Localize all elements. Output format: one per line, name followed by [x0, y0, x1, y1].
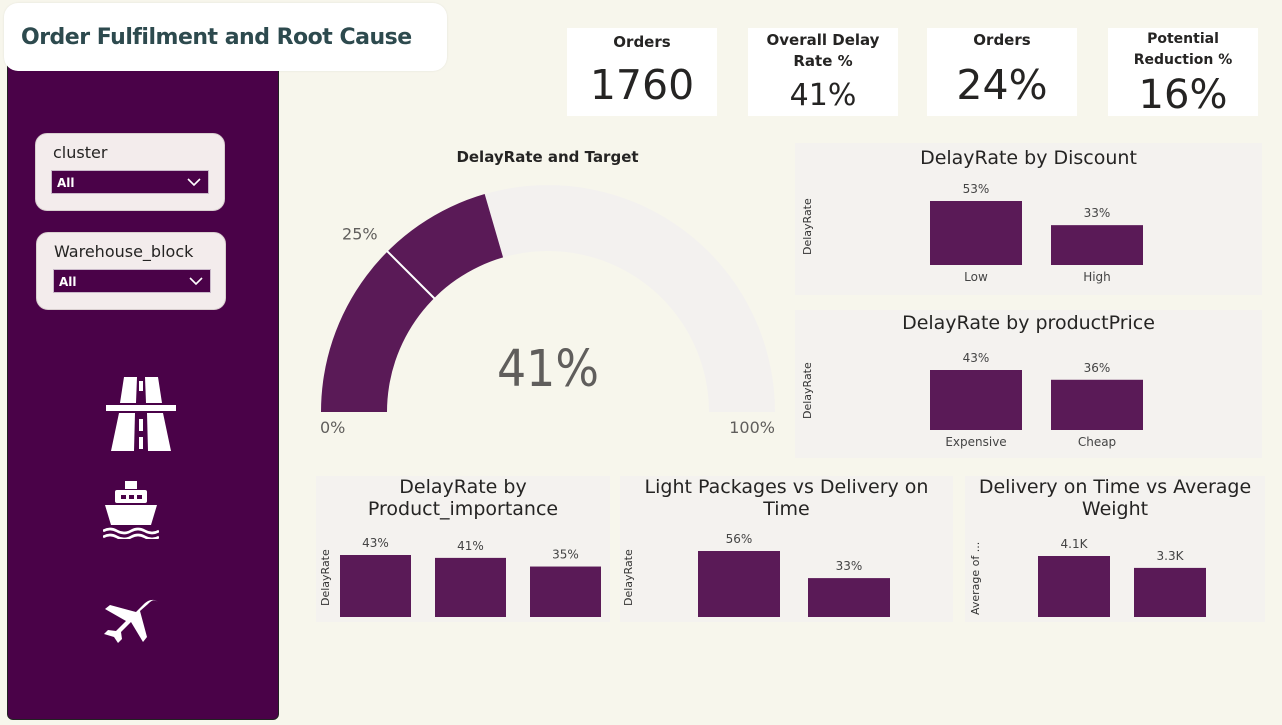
category-label: Low: [964, 270, 988, 284]
bar[interactable]: [698, 551, 780, 617]
weight-bar-chart: 4.1K 3.3K: [1038, 537, 1206, 617]
kpi-value: 1760: [589, 61, 695, 109]
bar[interactable]: [1051, 225, 1143, 265]
data-label: 35%: [552, 548, 579, 562]
bar[interactable]: [930, 370, 1022, 430]
light-packages-bar-chart: 56% 33%: [698, 532, 890, 617]
gauge-panel: DelayRate and Target 41% 0% 100% 25%: [300, 140, 790, 440]
kpi-label: Overall Delay Rate %: [766, 31, 880, 70]
chevron-down-icon: [187, 178, 201, 187]
category-label: Expensive: [945, 435, 1006, 449]
page-title: Order Fulfilment and Root Cause: [21, 25, 412, 50]
bar[interactable]: [1134, 567, 1206, 617]
data-label: 36%: [1084, 361, 1111, 375]
bar[interactable]: [1051, 379, 1143, 430]
gauge-min-label: 0%: [320, 418, 345, 437]
bar[interactable]: [808, 578, 890, 617]
gauge-chart: 41% 0% 100% 25%: [320, 185, 775, 437]
kpi-value: 24%: [956, 61, 1048, 109]
highway-icon[interactable]: [106, 377, 176, 451]
category-label: Cheap: [1078, 435, 1116, 449]
warehouse-dropdown-value: All: [59, 275, 77, 289]
importance-chart-panel: DelayRate by Product_importance DelayRat…: [316, 476, 610, 622]
kpi-label: Orders: [613, 33, 671, 51]
data-label: 53%: [963, 182, 990, 196]
data-label: 33%: [1084, 206, 1111, 220]
data-label: 43%: [362, 536, 389, 550]
discount-chart-panel: DelayRate by Discount DelayRate 53% Low 33…: [795, 143, 1262, 295]
price-bar-chart: 43% Expensive 36% Cheap: [930, 351, 1143, 449]
importance-bar-chart: 43% 41% 35%: [340, 536, 601, 617]
kpi-potential-reduction: Potential Reduction % 16%: [1108, 28, 1258, 118]
cluster-dropdown[interactable]: All: [51, 170, 209, 194]
data-label: 3.3K: [1157, 549, 1185, 563]
cluster-dropdown-value: All: [57, 176, 75, 190]
discount-bar-chart: 53% Low 33% High: [930, 182, 1143, 284]
cluster-slicer-label: cluster: [53, 143, 108, 162]
data-label: 41%: [457, 539, 484, 553]
bar[interactable]: [435, 557, 506, 617]
sidebar: cluster All Warehouse_block All: [7, 60, 279, 720]
weight-chart-panel: Delivery on Time vs Average Weight Avera…: [965, 476, 1265, 622]
ship-icon[interactable]: [103, 481, 159, 539]
warehouse-slicer: Warehouse_block All: [36, 232, 226, 310]
kpi-orders-percent: Orders 24%: [927, 28, 1077, 116]
warehouse-dropdown[interactable]: All: [53, 269, 211, 293]
kpi-overall-delay-rate: Overall Delay Rate % 41%: [748, 28, 898, 116]
chevron-down-icon: [189, 277, 203, 286]
airplane-icon[interactable]: [102, 599, 160, 643]
data-label: 33%: [836, 559, 863, 573]
category-label: High: [1083, 270, 1111, 284]
kpi-value: 41%: [789, 78, 857, 113]
light-packages-chart-panel: Light Packages vs Delivery on Time Delay…: [620, 476, 953, 622]
warehouse-slicer-label: Warehouse_block: [54, 242, 194, 261]
gauge-max-label: 100%: [729, 418, 775, 437]
cluster-slicer: cluster All: [35, 133, 225, 211]
title-card: Order Fulfilment and Root Cause: [4, 3, 447, 71]
bar[interactable]: [340, 555, 411, 617]
kpi-value: 16%: [1138, 72, 1228, 118]
gauge-value: 41%: [497, 340, 599, 399]
price-chart-panel: DelayRate by productPrice DelayRate 43% E…: [795, 310, 1262, 458]
gauge-target-label: 25%: [342, 225, 378, 244]
data-label: 4.1K: [1061, 537, 1089, 551]
kpi-label: Potential Reduction %: [1133, 31, 1233, 68]
kpi-label: Orders: [973, 31, 1031, 49]
kpi-orders: Orders 1760: [567, 28, 717, 116]
bar[interactable]: [930, 201, 1022, 265]
bar[interactable]: [1038, 556, 1110, 617]
data-label: 43%: [963, 351, 990, 365]
data-label: 56%: [726, 532, 753, 546]
bar[interactable]: [530, 566, 601, 617]
